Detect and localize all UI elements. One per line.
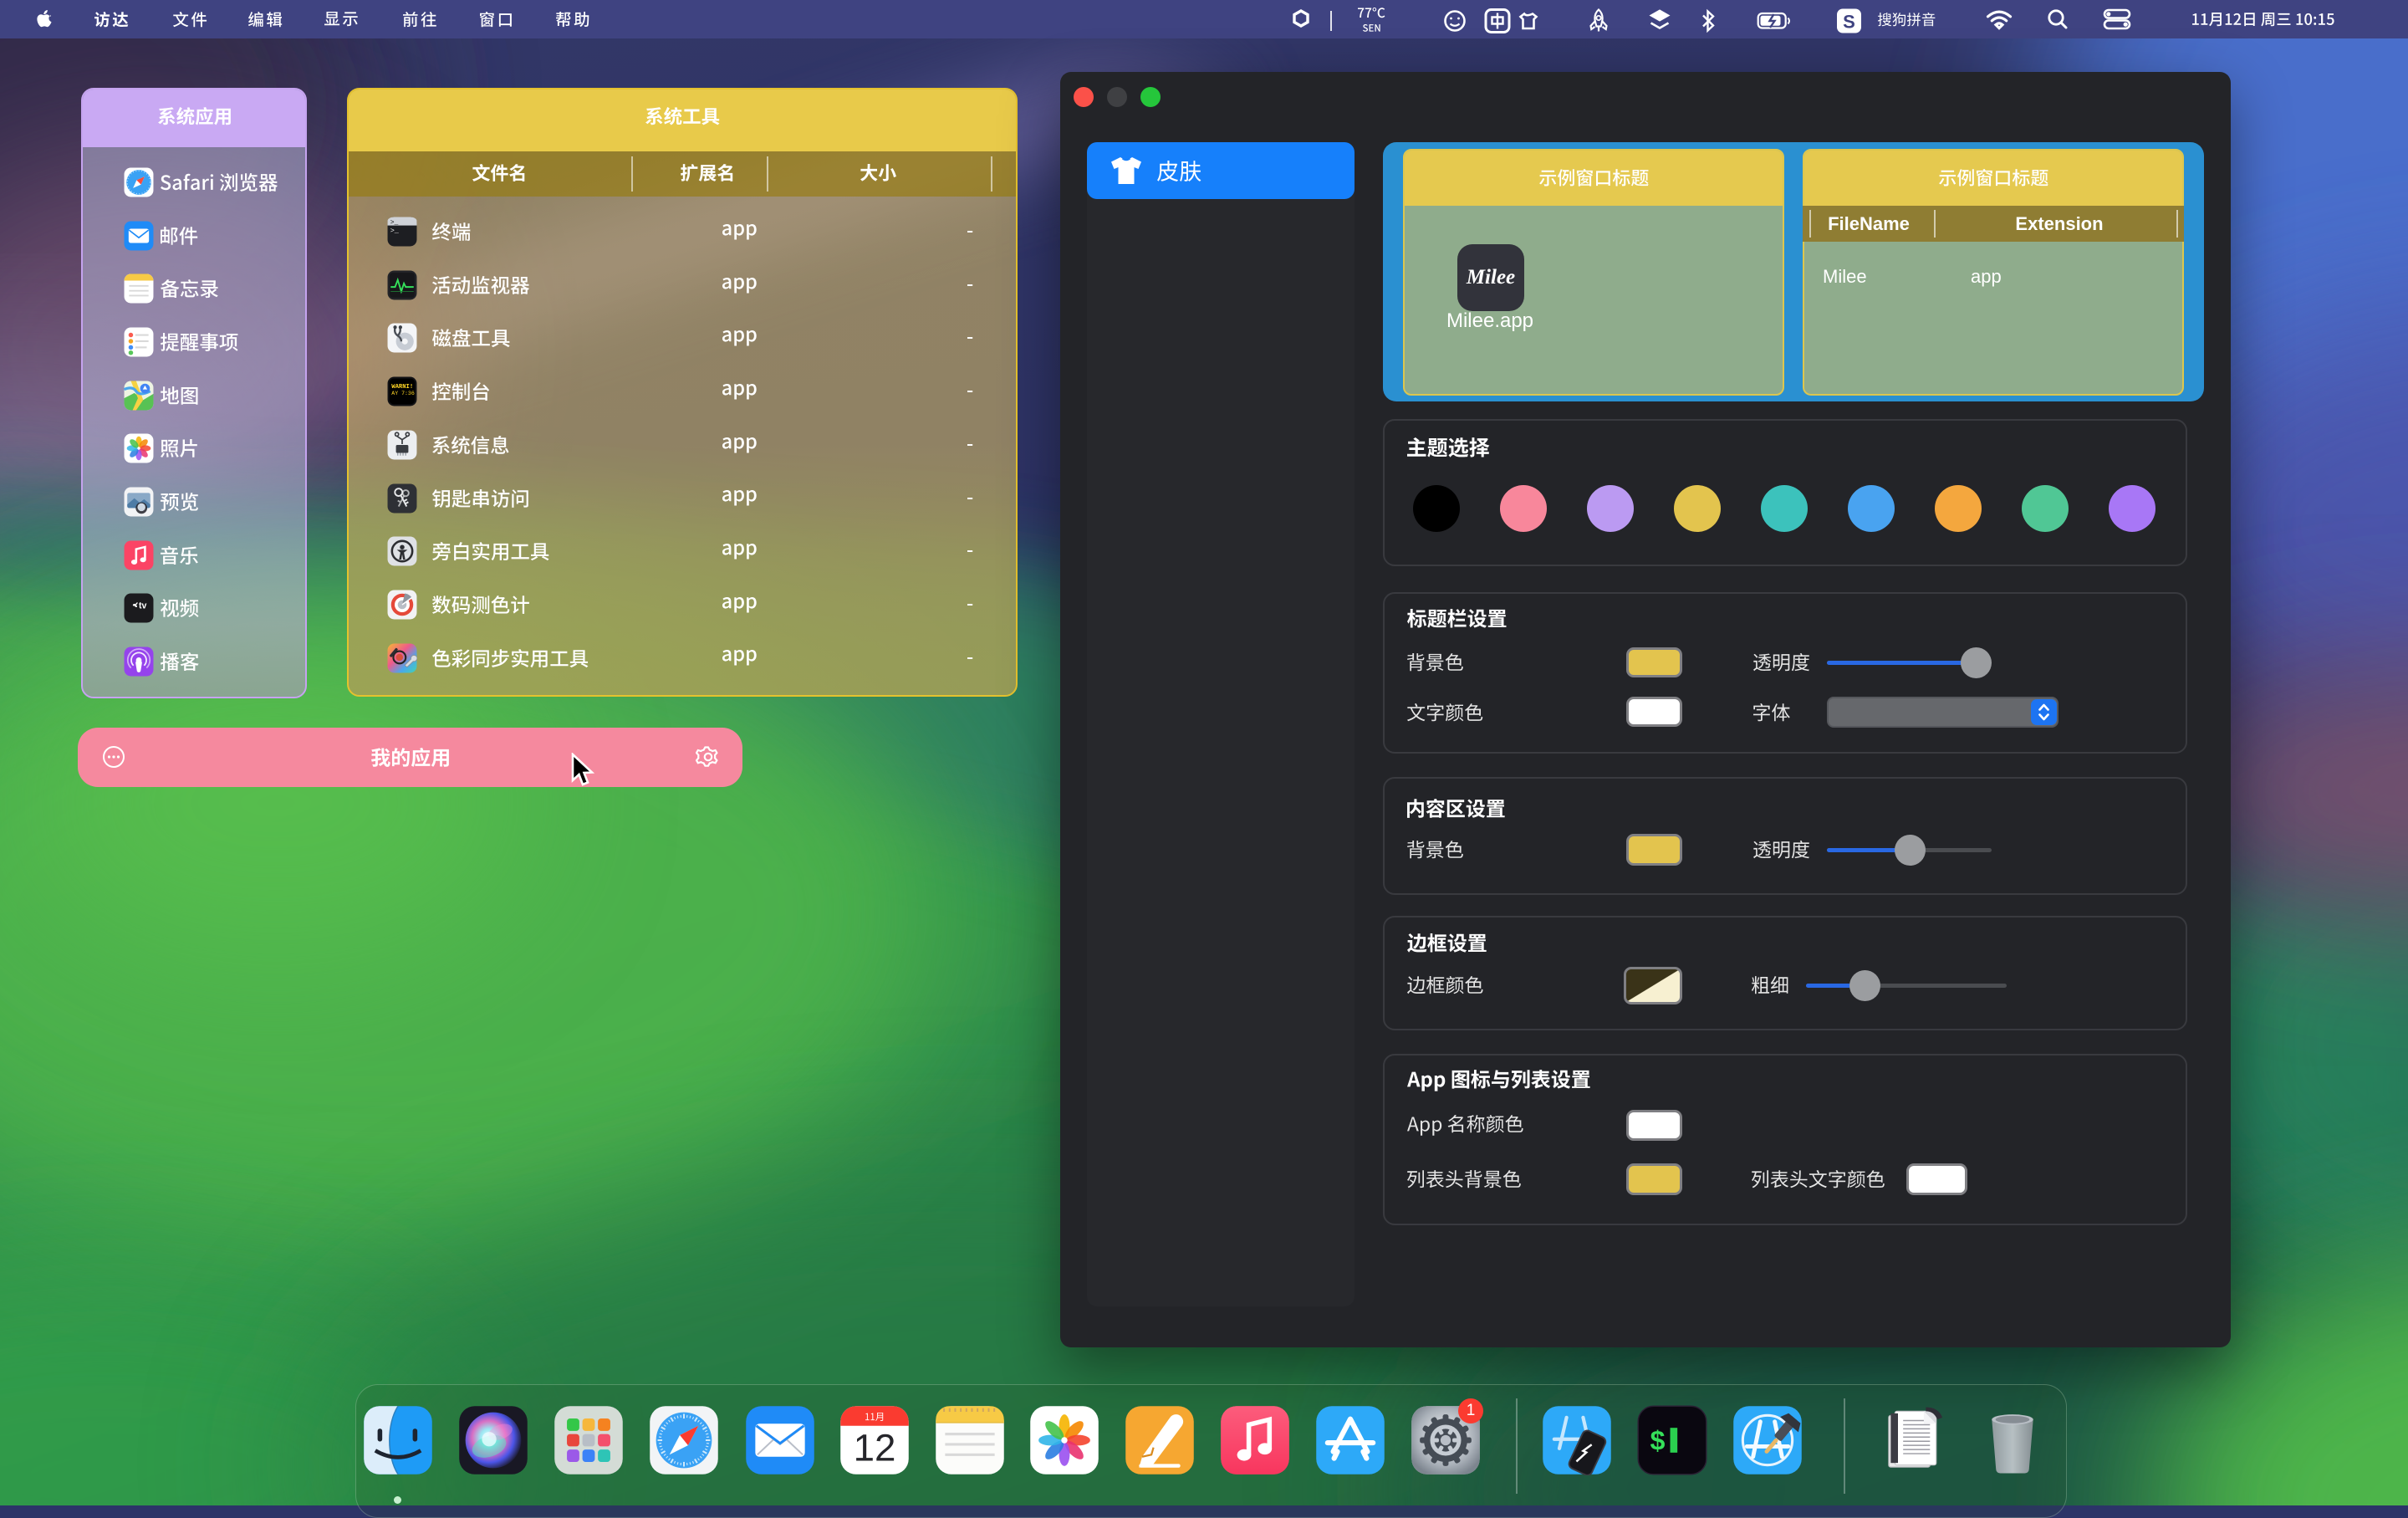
svg-text:$: $ — [1650, 1427, 1666, 1458]
svg-text:>_: >_ — [390, 219, 399, 227]
svg-text:WARNI!: WARNI! — [391, 384, 413, 391]
svg-text:tv: tv — [139, 601, 147, 611]
svg-text:S: S — [1843, 12, 1855, 33]
svg-text:12: 12 — [854, 1427, 896, 1469]
svg-text:AY 7:36: AY 7:36 — [391, 391, 415, 396]
svg-text:>_: >_ — [390, 227, 400, 235]
